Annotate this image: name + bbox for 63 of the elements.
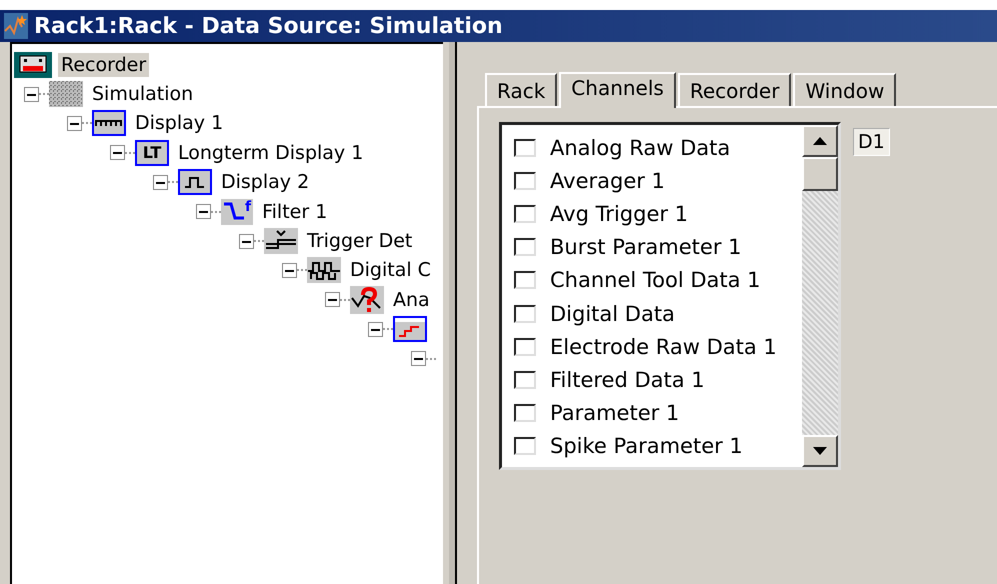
- tree-item[interactable]: Filter 1: [259, 200, 330, 224]
- checkbox[interactable]: [514, 238, 536, 256]
- tab[interactable]: Recorder: [678, 73, 792, 106]
- collapse-icon[interactable]: [196, 204, 211, 220]
- channel-label: Averager 1: [550, 168, 665, 193]
- checkbox[interactable]: [514, 138, 536, 157]
- tab[interactable]: Rack: [485, 73, 558, 106]
- checkbox[interactable]: [514, 437, 536, 456]
- channel-label: Burst Parameter 1: [550, 235, 742, 260]
- collapse-icon[interactable]: [325, 292, 340, 308]
- trigger-icon: [264, 228, 298, 254]
- collapse-icon[interactable]: [153, 174, 168, 190]
- tree-item[interactable]: Ana: [390, 288, 433, 312]
- question-wave-icon: [350, 286, 384, 314]
- channel-label: Spike Parameter 1: [550, 434, 743, 458]
- tree-item[interactable]: Display 2: [218, 170, 312, 194]
- collapse-icon[interactable]: [282, 262, 297, 278]
- tree-item[interactable]: Longterm Display 1: [175, 140, 366, 165]
- channel-label: Analog Raw Data: [550, 136, 730, 160]
- checkbox[interactable]: [514, 172, 536, 190]
- dot-grid-icon: [49, 81, 83, 108]
- channel-label: Filtered Data 1: [550, 368, 705, 392]
- pulse-icon: [178, 169, 212, 196]
- window-title: Rack1:Rack - Data Source: Simulation: [34, 14, 503, 38]
- collapse-icon[interactable]: [67, 116, 82, 131]
- app-icon: [4, 13, 28, 39]
- channel-label: Electrode Raw Data 1: [550, 334, 777, 359]
- checkbox[interactable]: [514, 338, 536, 356]
- tree-item[interactable]: Trigger Det: [304, 229, 416, 254]
- up-arrow-icon: [813, 137, 827, 145]
- channel-label: Channel Tool Data 1: [550, 268, 761, 292]
- recorder-icon: [14, 52, 52, 78]
- scroll-down-button[interactable]: [802, 435, 838, 467]
- tree-item[interactable]: Recorder: [58, 52, 150, 77]
- checkbox[interactable]: [514, 370, 536, 389]
- scrollbar[interactable]: [802, 125, 838, 467]
- channel-label: Avg Trigger 1: [550, 202, 688, 226]
- lt-icon: LT: [135, 140, 169, 166]
- checkbox[interactable]: [514, 304, 536, 323]
- tree-item[interactable]: Digital C: [347, 258, 434, 282]
- channel-label: Digital Data: [550, 302, 675, 326]
- tree-item[interactable]: Display 1: [132, 111, 226, 136]
- checkbox[interactable]: [514, 404, 536, 422]
- waveform-icon: [92, 110, 126, 136]
- filter-icon: f: [221, 198, 254, 225]
- tab[interactable]: Window: [793, 73, 896, 106]
- checkbox[interactable]: [514, 271, 536, 290]
- checkbox[interactable]: [514, 204, 536, 223]
- scroll-thumb[interactable]: [802, 157, 838, 191]
- scroll-up-button[interactable]: [802, 125, 838, 157]
- collapse-icon[interactable]: [411, 351, 426, 366]
- down-arrow-icon: [813, 447, 827, 455]
- text-field[interactable]: D1: [853, 128, 890, 156]
- tree-item[interactable]: Simulation: [89, 82, 196, 106]
- collapse-icon[interactable]: [24, 86, 39, 102]
- collapse-icon[interactable]: [239, 234, 254, 249]
- collapse-icon[interactable]: [368, 322, 383, 337]
- channel-label: Parameter 1: [550, 401, 680, 426]
- splitter-bar[interactable]: [449, 42, 457, 584]
- tab[interactable]: Channels: [559, 72, 676, 108]
- collapse-icon[interactable]: [110, 145, 125, 160]
- step-chart-icon: [393, 316, 427, 342]
- digital-signal-icon: [307, 257, 341, 284]
